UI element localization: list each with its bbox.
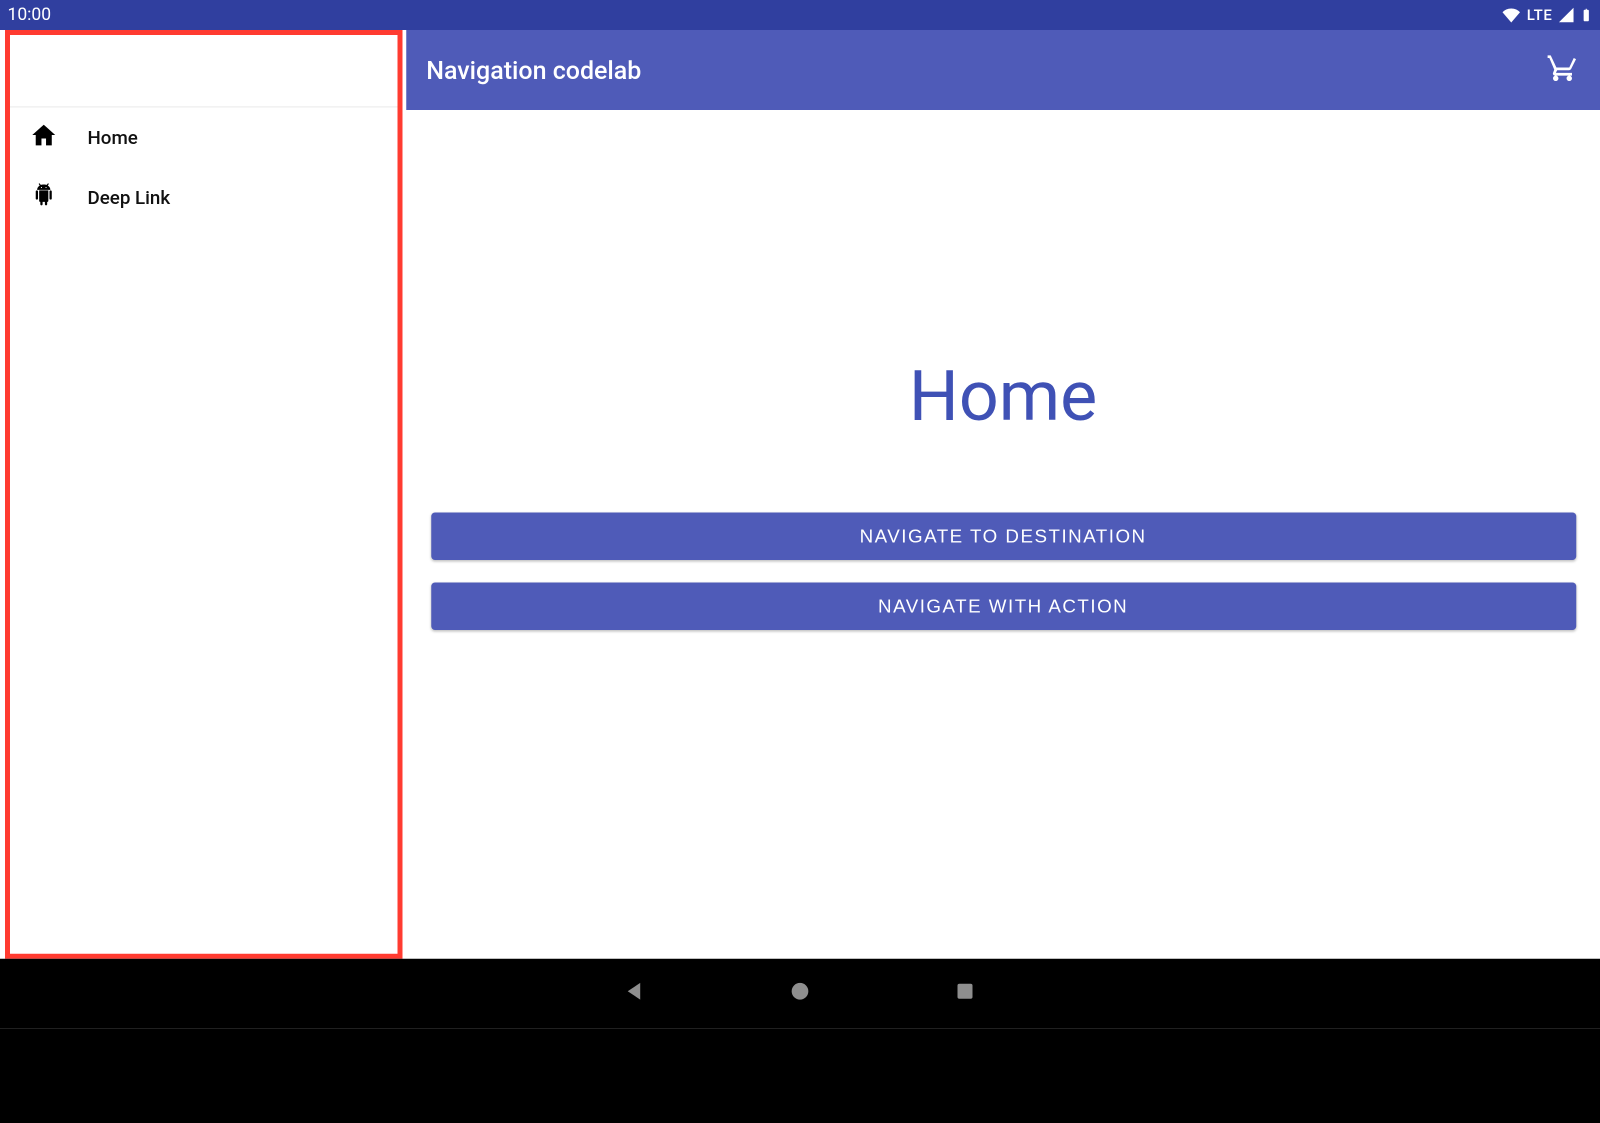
overview-button[interactable] (951, 980, 979, 1008)
circle-home-icon (788, 979, 813, 1009)
battery-icon (1580, 5, 1593, 25)
back-button[interactable] (621, 980, 649, 1008)
status-time: 10:00 (8, 5, 52, 25)
tablet-screen: 10:00 LTE Navigation codelab (0, 0, 1600, 1029)
drawer-item-home[interactable]: Home (10, 108, 398, 168)
home-button[interactable] (786, 980, 814, 1008)
triangle-back-icon (623, 979, 648, 1009)
android-icon (30, 181, 58, 214)
drawer-item-label: Home (88, 126, 138, 149)
main-content: Home NAVIGATE TO DESTINATION NAVIGATE WI… (406, 110, 1600, 959)
shopping-cart-icon (1546, 51, 1579, 89)
cellular-icon (1558, 6, 1576, 24)
wifi-icon (1502, 6, 1522, 24)
status-bar: 10:00 LTE (0, 0, 1600, 30)
app-bar: Navigation codelab (406, 30, 1600, 110)
drawer-item-deep-link[interactable]: Deep Link (10, 168, 398, 228)
navigate-to-destination-button[interactable]: NAVIGATE TO DESTINATION (431, 513, 1576, 561)
system-navigation-bar (0, 959, 1600, 1029)
network-label: LTE (1527, 6, 1553, 24)
home-icon (30, 121, 58, 154)
page-title: Home (909, 355, 1097, 438)
navigation-drawer: Home Deep Link (5, 30, 403, 959)
drawer-item-label: Deep Link (88, 186, 171, 209)
drawer-header (10, 35, 398, 108)
app-bar-title: Navigation codelab (426, 55, 641, 85)
square-overview-icon (954, 980, 977, 1008)
navigate-with-action-button[interactable]: NAVIGATE WITH ACTION (431, 583, 1576, 631)
cart-action[interactable] (1545, 53, 1580, 88)
